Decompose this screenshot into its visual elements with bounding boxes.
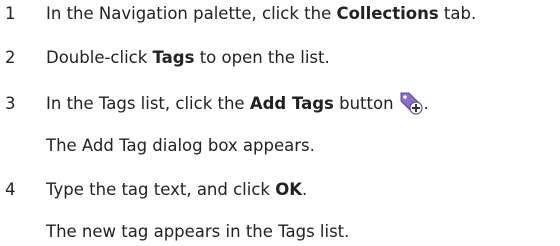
ui-term-add-tags: Add Tags — [249, 94, 334, 113]
step-number: 1 — [5, 4, 16, 23]
result-text: The Add Tag dialog box appears. — [46, 136, 315, 155]
step-number: 4 — [5, 180, 16, 199]
step-text: Type the tag text, and click OK. — [46, 180, 308, 199]
ui-term-tags: Tags — [152, 48, 195, 67]
ui-term-collections: Collections — [336, 4, 439, 23]
step-text: In the Tags list, click the Add Tags but… — [46, 91, 429, 115]
instruction-steps: 1 In the Navigation palette, click the C… — [0, 0, 560, 246]
step-text: Double-click Tags to open the list. — [46, 48, 330, 67]
ui-term-ok: OK — [275, 180, 303, 199]
step-number: 2 — [5, 48, 16, 67]
add-tag-icon — [398, 91, 424, 115]
result-text: The new tag appears in the Tags list. — [46, 222, 350, 241]
step-text: In the Navigation palette, click the Col… — [46, 4, 477, 23]
step-number: 3 — [5, 94, 16, 113]
